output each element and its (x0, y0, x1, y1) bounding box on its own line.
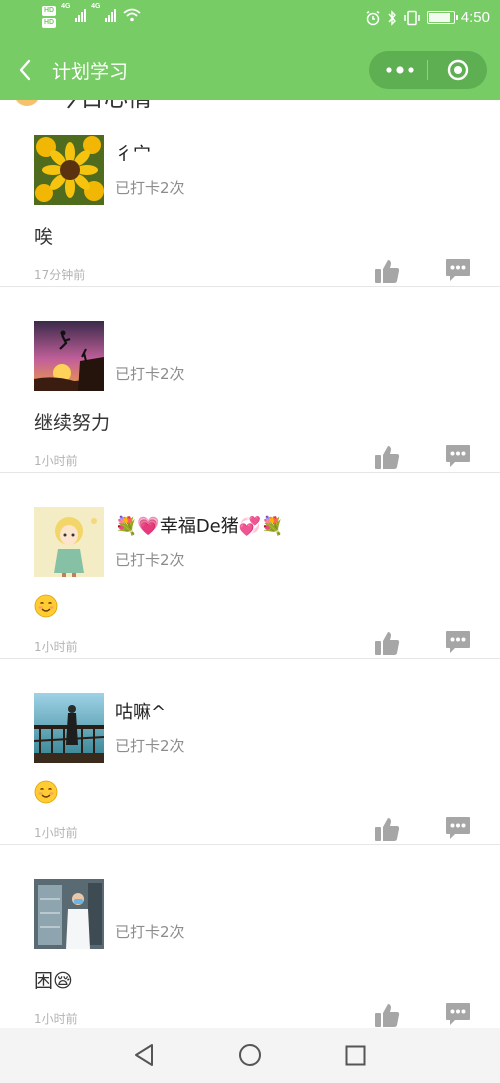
vibrate-icon (404, 10, 420, 25)
feed-card: 已打卡2次 继续努力 1小时前 (0, 286, 500, 473)
status-right: 4:50 (365, 9, 490, 26)
more-dots-icon[interactable] (383, 62, 417, 78)
post-time: 1小时前 (34, 1012, 78, 1026)
post-time: 1小时前 (34, 640, 78, 654)
nav-back-triangle-icon[interactable] (133, 1043, 155, 1067)
checkin-count: 已打卡2次 (115, 365, 185, 383)
status-time: 4:50 (460, 9, 490, 26)
checkin-count: 已打卡2次 (115, 551, 185, 569)
post-time: 1小时前 (34, 826, 78, 840)
comment-icon[interactable] (445, 444, 471, 468)
post-content: 继续努力 (34, 412, 111, 434)
thumbs-up-icon[interactable] (374, 630, 400, 656)
post-content: 困😪 (34, 970, 73, 992)
thumbs-up-icon[interactable] (374, 444, 400, 470)
user-name[interactable]: 💐💗幸福De猪💞💐 (115, 512, 284, 538)
avatar[interactable] (34, 507, 104, 577)
checkin-count: 已打卡2次 (115, 923, 185, 941)
user-name[interactable]: 彳宀 (115, 140, 151, 166)
comment-icon[interactable] (445, 816, 471, 840)
bluetooth-icon (388, 9, 396, 26)
comment-icon[interactable] (445, 1002, 471, 1026)
capsule-divider (427, 60, 428, 80)
checkin-count: 已打卡2次 (115, 179, 185, 197)
hd-badge-1: HD (42, 6, 57, 16)
post-content: 唉 (34, 226, 54, 248)
comment-icon[interactable] (445, 630, 471, 654)
post-time: 17分钟前 (34, 268, 86, 282)
nav-recent-square-icon[interactable] (345, 1045, 366, 1066)
network-type-2: 4G (91, 3, 101, 10)
signal-icon-2: 4G (91, 3, 117, 22)
smiley-emoji-icon (34, 594, 58, 618)
checkin-count: 已打卡2次 (115, 737, 185, 755)
user-name[interactable]: 咕嘛^ (115, 698, 166, 724)
nav-home-circle-icon[interactable] (238, 1043, 262, 1067)
close-target-icon[interactable] (447, 59, 469, 81)
thumbs-up-icon[interactable] (374, 1002, 400, 1028)
network-type-1: 4G (61, 3, 71, 10)
post-content (34, 594, 58, 618)
back-arrow-icon[interactable] (16, 58, 36, 82)
feed-card: 💐💗幸福De猪💞💐 已打卡2次 1小时前 (0, 472, 500, 659)
avatar[interactable] (34, 321, 104, 391)
avatar[interactable] (34, 135, 104, 205)
wifi-icon (123, 8, 141, 22)
mood-feed[interactable]: 今日心情 彳宀 已打卡2次 唉 17分钟前 (0, 100, 500, 1028)
hd-badges: HD HD (42, 6, 57, 28)
navigation-bar: 计划学习 (0, 40, 500, 100)
post-content (34, 780, 58, 804)
avatar[interactable] (34, 693, 104, 763)
system-navigation-bar (0, 1028, 500, 1083)
page-title: 计划学习 (52, 61, 129, 83)
thumbs-up-icon[interactable] (374, 816, 400, 842)
hd-badge-2: HD (42, 18, 57, 28)
post-time: 1小时前 (34, 454, 78, 468)
feed-card: 已打卡2次 困😪 1小时前 (0, 844, 500, 1028)
status-bar: HD HD 4G 4G 4:50 (0, 0, 500, 40)
status-left: HD HD 4G 4G (42, 3, 141, 28)
thumbs-up-icon[interactable] (374, 258, 400, 284)
alarm-icon (366, 10, 380, 25)
mini-program-capsule (369, 51, 487, 89)
feed-card: 咕嘛^ 已打卡2次 1小时前 (0, 658, 500, 845)
signal-icon-1: 4G (61, 3, 87, 22)
avatar[interactable] (34, 879, 104, 949)
comment-icon[interactable] (445, 258, 471, 282)
smiley-emoji-icon (34, 780, 58, 804)
battery-icon (426, 11, 458, 24)
feed-card: 彳宀 已打卡2次 唉 17分钟前 (0, 100, 500, 287)
